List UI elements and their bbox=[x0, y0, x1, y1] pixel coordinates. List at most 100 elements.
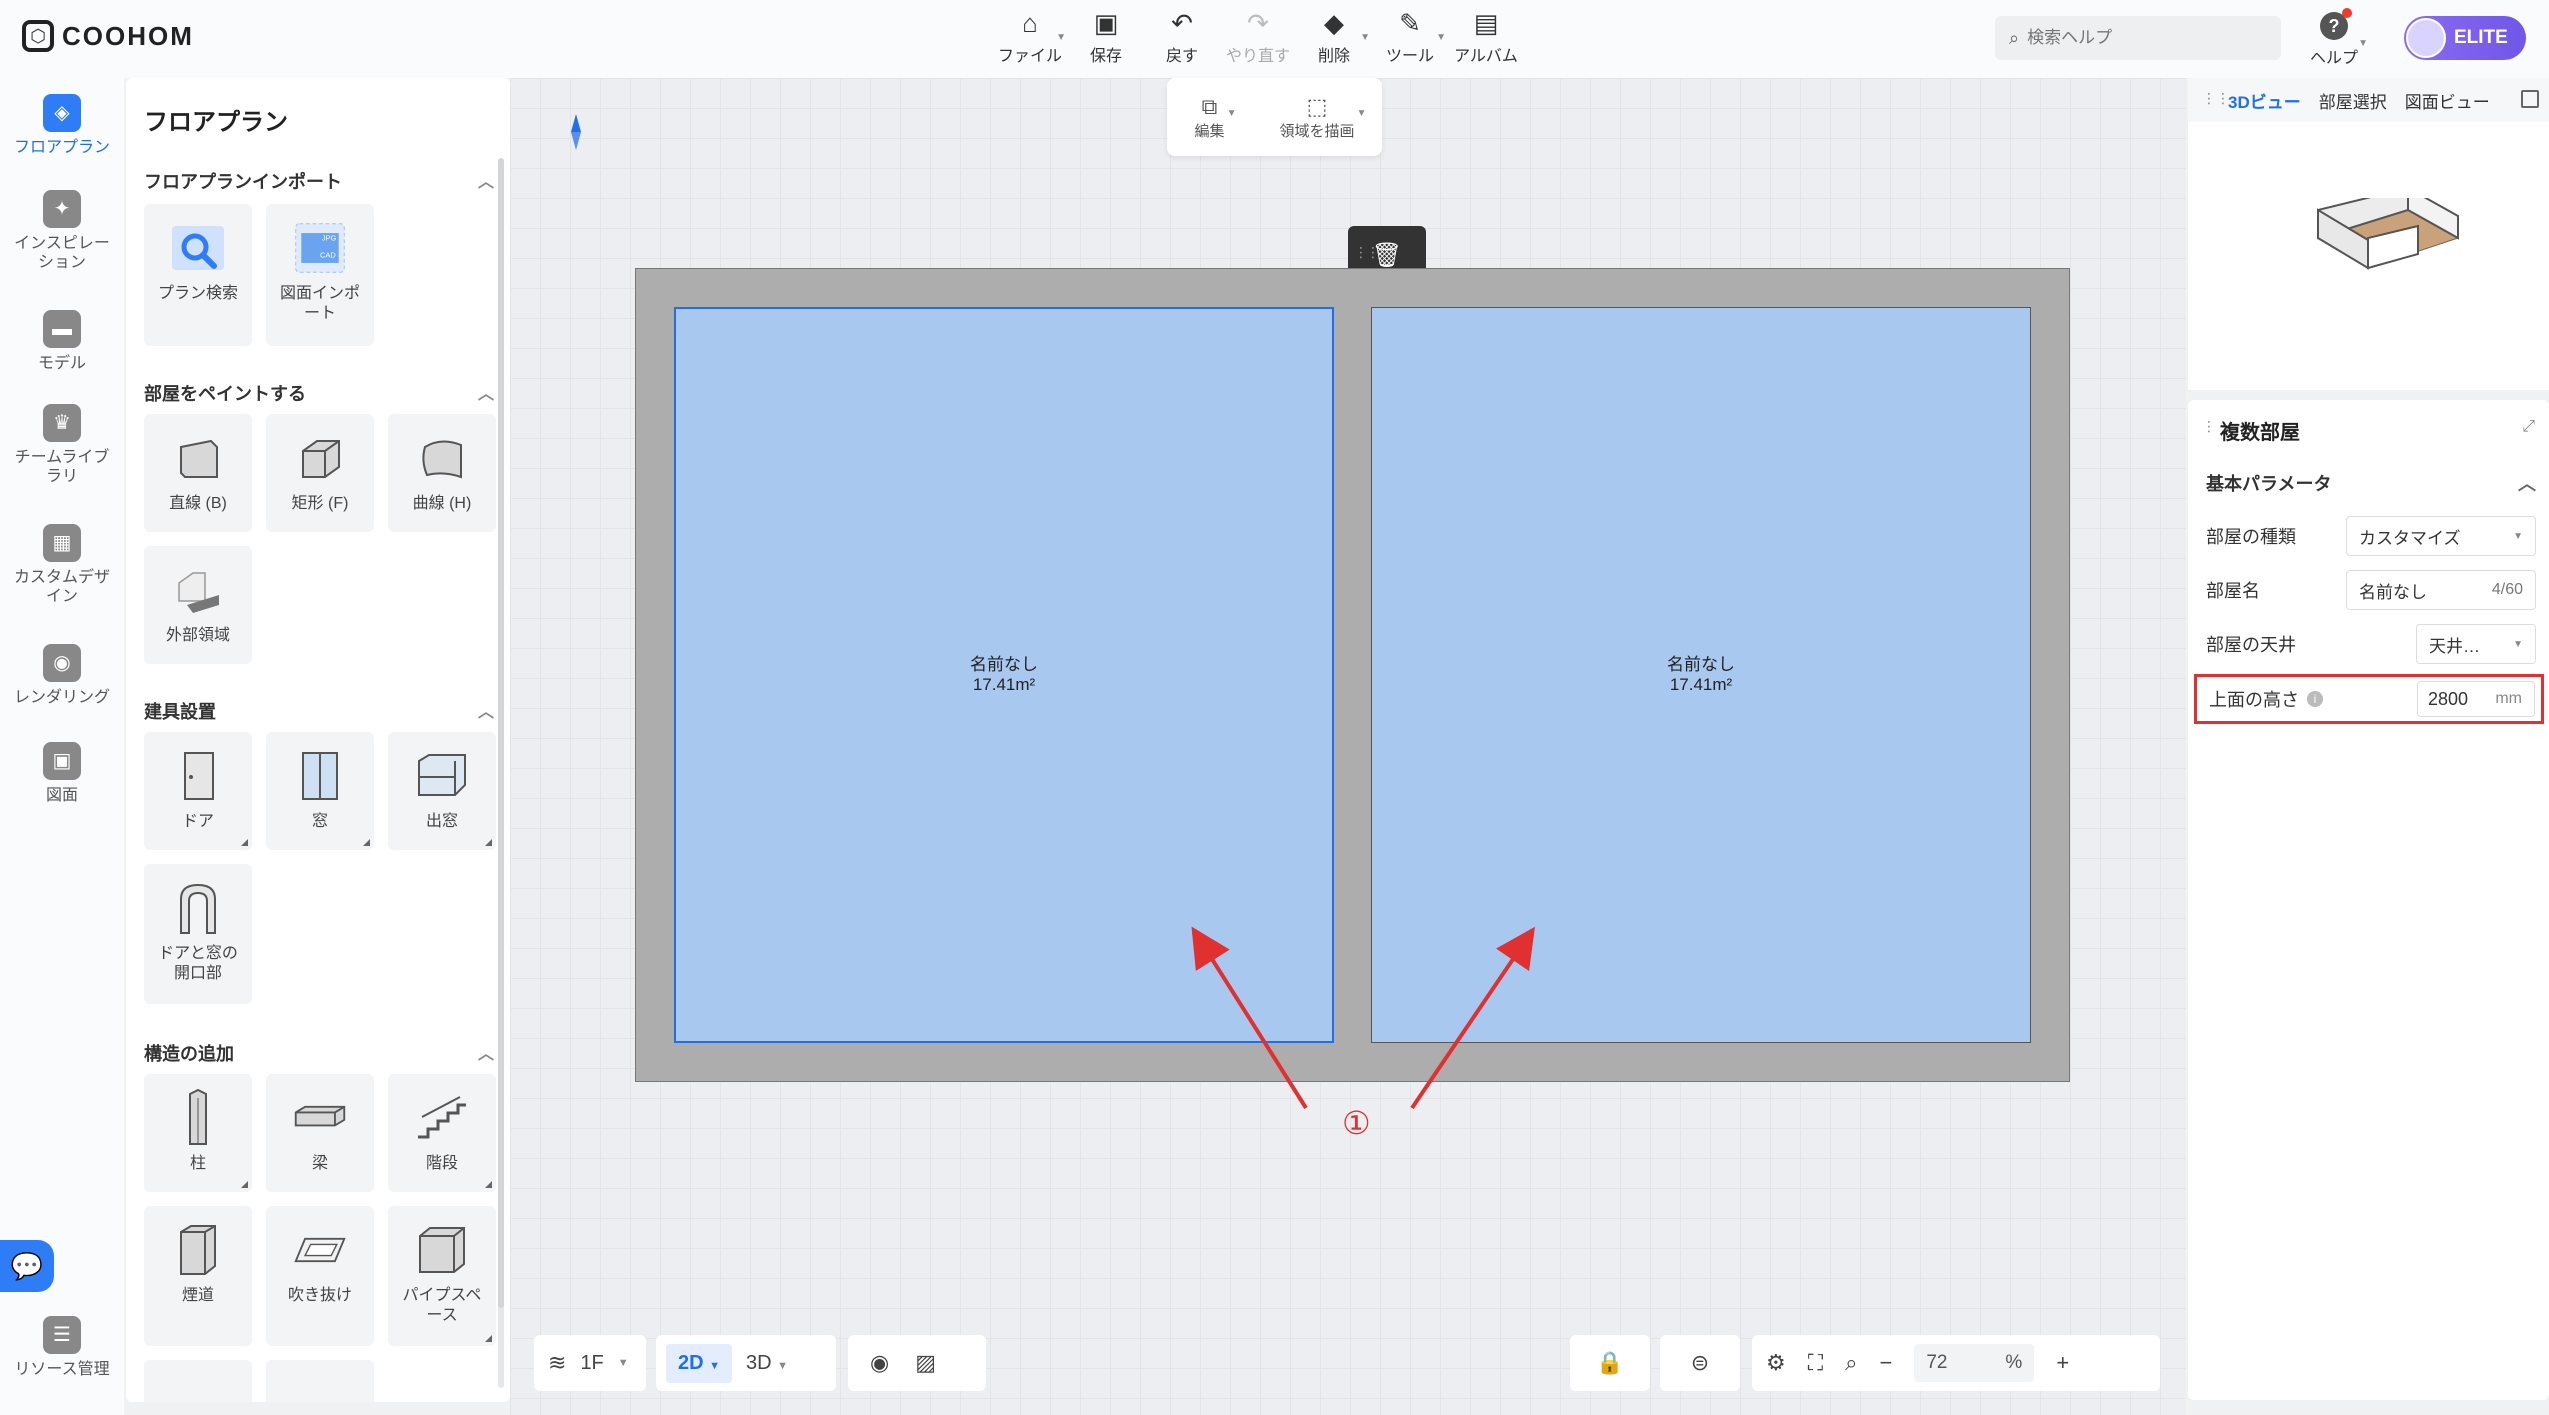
tab-3d-view[interactable]: 3Dビュー bbox=[2228, 88, 2301, 113]
save-icon: ▣ bbox=[1093, 7, 1119, 38]
stairs-card[interactable]: 階段 bbox=[388, 1074, 496, 1192]
void-icon bbox=[292, 1222, 348, 1278]
layers-icon: ≋ bbox=[548, 1350, 567, 1375]
card-label: 出窓 bbox=[425, 813, 458, 830]
lock-button[interactable]: 🔒 bbox=[1570, 1335, 1650, 1391]
height-input[interactable]: 2800 mm bbox=[2417, 681, 2535, 717]
floor-selector[interactable]: ≋ 1F ▼ bbox=[534, 1335, 646, 1391]
account-button[interactable]: ELITE bbox=[2404, 16, 2526, 60]
chevron-up-icon[interactable]: ︿ bbox=[478, 380, 494, 404]
expand-arrows-icon[interactable]: ⤢ bbox=[2522, 418, 2535, 436]
chat-button[interactable]: 💬 bbox=[0, 1240, 54, 1292]
zoom-input[interactable]: 72 % bbox=[1914, 1344, 2035, 1382]
settings-view-icon[interactable]: ⚙ bbox=[1766, 1350, 1786, 1376]
fit-screen-icon[interactable]: ⛶ bbox=[1808, 1350, 1823, 1376]
rail-label: 図面 bbox=[45, 787, 78, 804]
height-value: 2800 bbox=[2428, 688, 2469, 709]
zoom-preview-icon[interactable]: ⌕ bbox=[1845, 1350, 1857, 1376]
chevron-up-icon[interactable]: ︿ bbox=[478, 1040, 494, 1064]
rail-item-team-library[interactable]: ♛ チームライブラリ bbox=[0, 404, 124, 486]
ceiling-select[interactable]: 天井… ▼ bbox=[2416, 624, 2536, 664]
file-button[interactable]: ⌂ ファイル ▼ bbox=[998, 8, 1066, 66]
window-icon bbox=[292, 748, 348, 804]
help-search[interactable]: ⌕ bbox=[1995, 16, 2281, 60]
cube-icon[interactable]: ▨ bbox=[915, 1350, 936, 1376]
column-card[interactable]: 柱 bbox=[144, 1074, 252, 1192]
room-right[interactable]: 名前なし 17.41m² bbox=[1371, 307, 2031, 1043]
section-title: 建具設置 bbox=[144, 702, 216, 722]
drawing-import-card[interactable]: JPG CAD 図面インポート bbox=[266, 204, 374, 346]
chimney-card[interactable]: 煙道 bbox=[144, 1206, 252, 1346]
rail-item-inspiration[interactable]: ✦ インスピレーション bbox=[0, 190, 124, 272]
section-paint[interactable]: 部屋をペイントする ︿ bbox=[144, 380, 494, 406]
door-card[interactable]: ドア bbox=[144, 732, 252, 850]
chevron-up-icon[interactable]: ︿ bbox=[478, 698, 494, 722]
room-type-row: 部屋の種類 カスタマイズ ▼ bbox=[2206, 514, 2536, 558]
tab-plan-view[interactable]: 図面ビュー bbox=[2405, 88, 2490, 113]
chevron-down-icon: ▼ bbox=[617, 1357, 629, 1369]
opening-card[interactable]: ドアと窓の開口部 bbox=[144, 864, 252, 1004]
album-button[interactable]: ▤ アルバム bbox=[1454, 8, 1518, 66]
rail-item-floorplan[interactable]: ◈ フロアプラン bbox=[0, 94, 124, 157]
zoom-out-icon[interactable]: − bbox=[1879, 1350, 1892, 1376]
properties-title: 複数部屋 bbox=[2220, 422, 2300, 444]
undo-button[interactable]: ↶ 戻す bbox=[1152, 8, 1212, 66]
pipe-space-card[interactable]: パイプスペース bbox=[388, 1206, 496, 1346]
edit-button[interactable]: ⧉ 編集 ▼ bbox=[1194, 93, 1236, 141]
rail-item-model[interactable]: ▬ モデル bbox=[0, 310, 124, 373]
toggle-button[interactable]: ⊜ bbox=[1660, 1335, 1740, 1391]
section-fixtures[interactable]: 建具設置 ︿ bbox=[144, 698, 494, 724]
curve-wall-card[interactable]: 曲線 (H) bbox=[388, 414, 496, 532]
straight-wall-card[interactable]: 直線 (B) bbox=[144, 414, 252, 532]
edit-icon: ⧉ bbox=[1201, 93, 1218, 119]
beam-card[interactable]: 梁 bbox=[266, 1074, 374, 1192]
search-input[interactable] bbox=[2027, 28, 2248, 48]
delete-button[interactable]: ◆ 削除 ▼ bbox=[1304, 8, 1370, 66]
section-structure[interactable]: 構造の追加 ︿ bbox=[144, 1040, 494, 1066]
chevron-up-icon[interactable]: ︿ bbox=[2518, 470, 2536, 496]
help-button[interactable]: ? ヘルプ ▼ bbox=[2304, 8, 2368, 68]
panel-scrollbar[interactable] bbox=[498, 158, 504, 1388]
zoom-in-icon[interactable]: + bbox=[2056, 1350, 2069, 1376]
draw-area-button[interactable]: ⬚ 領域を描画 ▼ bbox=[1279, 94, 1366, 141]
app-logo[interactable]: ⬡ COOHOM bbox=[22, 20, 194, 52]
card-label: ドアと窓の開口部 bbox=[158, 945, 238, 982]
more-card[interactable] bbox=[144, 1360, 252, 1402]
floor-plan-walls[interactable]: 名前なし 17.41m² 名前なし 17.41m² bbox=[635, 268, 2070, 1082]
drag-handle-icon[interactable]: ⋮⋮ bbox=[2202, 90, 2230, 107]
save-button[interactable]: ▣ 保存 bbox=[1076, 8, 1136, 66]
rail-item-resource[interactable]: ☰ リソース管理 bbox=[0, 1316, 124, 1379]
mode-3d-button[interactable]: 3D ▼ bbox=[740, 1344, 794, 1383]
mode-2d-button[interactable]: 2D ▼ bbox=[666, 1343, 733, 1383]
room-type-select[interactable]: カスタマイズ ▼ bbox=[2346, 516, 2536, 556]
section-import[interactable]: フロアプランインポート ︿ bbox=[144, 168, 494, 194]
annotation-one: ① bbox=[1342, 1105, 1371, 1141]
chevron-up-icon[interactable]: ︿ bbox=[478, 168, 494, 192]
tab-room-select[interactable]: 部屋選択 bbox=[2319, 88, 2387, 113]
tools-button[interactable]: ✎ ツール ▼ bbox=[1380, 8, 1446, 66]
eye-icon[interactable]: ◉ bbox=[870, 1350, 889, 1376]
window-card[interactable]: 窓 bbox=[266, 732, 374, 850]
file-label: ファイル bbox=[998, 48, 1063, 65]
room-name-input[interactable]: 名前なし 4/60 bbox=[2346, 570, 2536, 610]
scrollbar-thumb[interactable] bbox=[498, 158, 504, 1308]
rail-item-drawing[interactable]: ▣ 図面 bbox=[0, 742, 124, 805]
bay-window-card[interactable]: 出窓 bbox=[388, 732, 496, 850]
info-icon[interactable]: i bbox=[2307, 691, 2323, 707]
drag-handle-icon[interactable]: ⋮⋮ bbox=[1354, 244, 1380, 261]
card-label: 図面インポート bbox=[279, 285, 360, 322]
rail-item-custom-design[interactable]: ▦ カスタムデザイン bbox=[0, 524, 124, 606]
room-3d-preview[interactable] bbox=[2288, 198, 2478, 318]
rail-item-rendering[interactable]: ◉ レンダリング bbox=[0, 644, 124, 707]
more-card[interactable] bbox=[266, 1360, 374, 1402]
void-card[interactable]: 吹き抜け bbox=[266, 1206, 374, 1346]
redo-icon: ↷ bbox=[1247, 7, 1269, 38]
rect-room-card[interactable]: 矩形 (F) bbox=[266, 414, 374, 532]
basic-params-section[interactable]: 基本パラメータ ︿ bbox=[2206, 470, 2536, 496]
plan-search-card[interactable]: プラン検索 bbox=[144, 204, 252, 346]
expand-icon[interactable] bbox=[2521, 90, 2539, 108]
outer-area-card[interactable]: 外部領域 bbox=[144, 546, 252, 664]
room-left[interactable]: 名前なし 17.41m² bbox=[674, 307, 1334, 1043]
redo-button[interactable]: ↷ やり直す bbox=[1226, 7, 1290, 66]
height-label: 上面の高さ bbox=[2209, 690, 2299, 710]
